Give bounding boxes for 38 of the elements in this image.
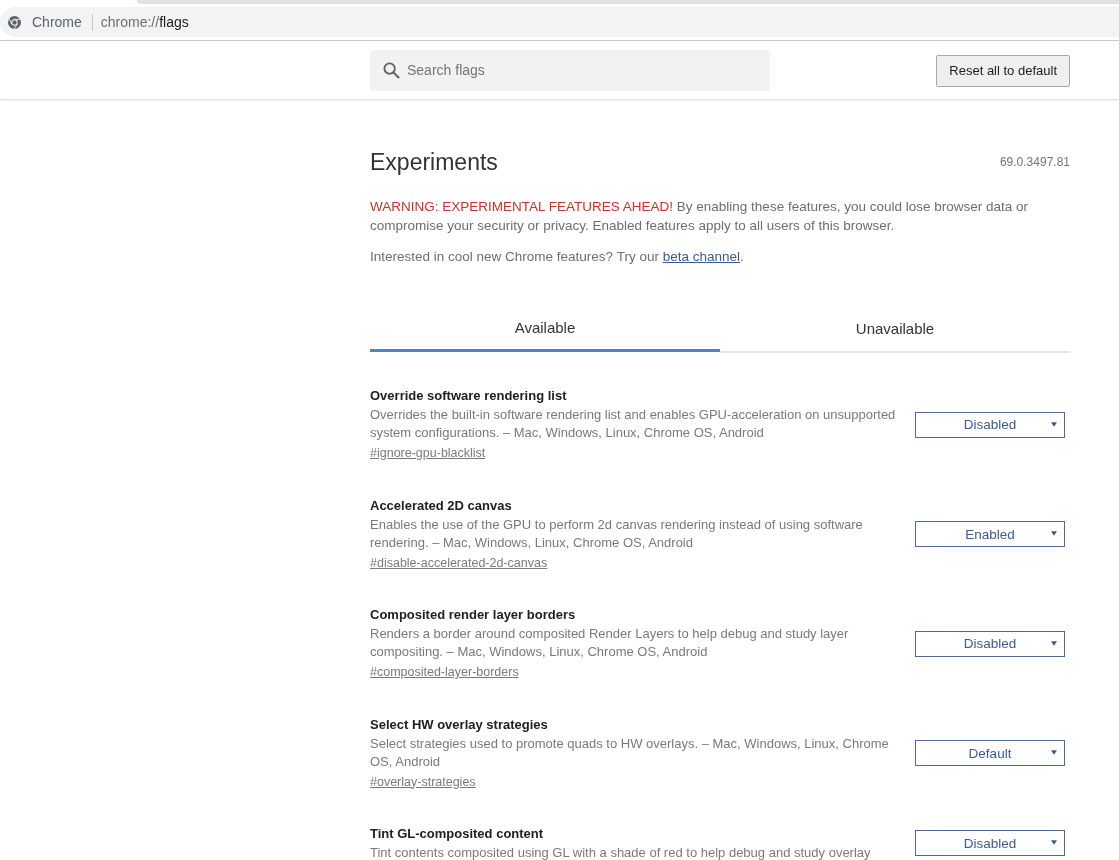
tab[interactable]: Available [370, 311, 720, 352]
flag-title: Composited render layer borders [370, 606, 577, 624]
url-text: chrome://flags [100, 14, 189, 30]
flag-title: Select HW overlay strategies [370, 715, 549, 734]
flag-dropdown[interactable]: Disabled [915, 830, 1065, 856]
flag-description: Enables the use of the GPU to perform 2d canvas rendering instead of using software rendering. – Mac, Windows, Linux, Chrome OS, Android [370, 515, 864, 552]
flag-dropdown[interactable]: Disabled [915, 411, 1065, 438]
warning-paragraph: WARNING: EXPERIMENTAL FEATURES AHEAD! By enabling these features, you could lose browser data or compromise your security or privacy. Enabled features apply to all users of this browser. [370, 198, 1030, 235]
site-label: Chrome [32, 14, 82, 30]
flag-dropdown[interactable]: Disabled [915, 630, 1065, 657]
flag-anchor-link[interactable]: #composited-layer-borders [370, 665, 519, 679]
page-title: Experiments [370, 148, 498, 176]
caret-icon [1051, 840, 1057, 845]
address-bar[interactable]: Chrome chrome://flags [0, 7, 1119, 37]
search-icon [383, 61, 400, 79]
flag-title: Override software rendering list [370, 387, 568, 405]
flag-title: Accelerated 2D canvas [370, 496, 513, 515]
caret-icon [1051, 750, 1057, 755]
flag-description: Overrides the built-in software rendering list and enables GPU-acceleration on unsupported system configurations. – Mac, Windows, Linux, Chrome OS, Android [370, 406, 897, 442]
flag-title: Tint GL-composited content [370, 825, 545, 843]
browser-logo-icon [8, 15, 21, 29]
flag-anchor-link[interactable]: #ignore-gpu-blacklist [370, 446, 486, 460]
flag-description: Tint contents composited using GL with a shade of red to help debug and study overlay [370, 844, 872, 860]
beta-channel-link[interactable]: beta channel [662, 249, 740, 264]
version-text: 69.0.3497.81 [999, 155, 1070, 169]
search-field[interactable]: Search flags [370, 49, 770, 91]
tab[interactable]: Unavailable [720, 312, 1070, 353]
flag-anchor-link[interactable]: #disable-accelerated-2d-canvas [370, 555, 548, 570]
flag-description: Renders a border around composited Render Layers to help debug and study layer compositing. – Mac, Windows, Linux, Chrome OS, Android [370, 625, 850, 661]
caret-icon [1051, 531, 1057, 536]
caret-icon [1051, 421, 1057, 427]
flag-description: Select strategies used to promote quads to HW overlays. – Mac, Windows, Linux, Chrome OS, Android [370, 734, 890, 771]
flag-dropdown[interactable]: Enabled [915, 521, 1065, 547]
reset-all-button[interactable]: Reset all to default [936, 54, 1070, 87]
flag-anchor-link[interactable]: #overlay-strategies [370, 774, 476, 789]
caret-icon [1051, 640, 1057, 646]
flag-dropdown[interactable]: Default [915, 740, 1065, 766]
beta-note-text: Interested in cool new Chrome features? Try our beta channel. [370, 248, 745, 266]
